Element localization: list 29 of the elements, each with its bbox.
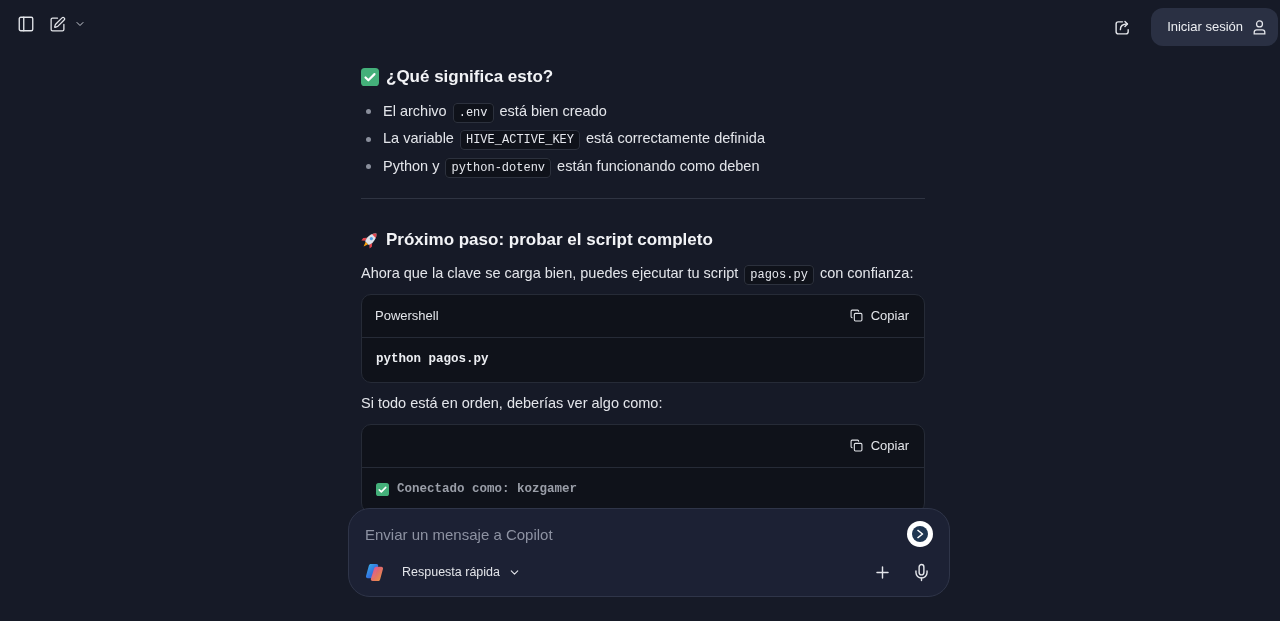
section-heading: Próximo paso: probar el script completo (386, 228, 713, 251)
message-composer[interactable]: Enviar un mensaje a Copilot Respuesta rápida (348, 508, 950, 597)
share-icon[interactable] (1114, 18, 1132, 36)
code-text: python pagos.py (376, 351, 489, 369)
microphone-icon[interactable] (912, 562, 931, 582)
language-label: Powershell (375, 306, 439, 325)
bullet-icon (366, 109, 371, 115)
check-mark-icon (376, 483, 389, 496)
copy-button[interactable]: Copiar (847, 302, 911, 329)
list-item-text: Python y python-dotenv están funcionando como deben (383, 155, 760, 178)
response-mode-button[interactable]: Respuesta rápida (396, 559, 527, 585)
list-item-text: El archivo .env está bien creado (383, 100, 607, 123)
code-text: Conectado como: kozgamer (397, 481, 578, 499)
paragraph: Ahora que la clave se carga bien, puedes ejecutar tu script pagos.py con confianza: (361, 261, 925, 286)
bullet-icon (366, 164, 371, 170)
copy-button[interactable]: Copiar (847, 432, 911, 459)
new-chat-icon[interactable] (49, 15, 66, 33)
section-heading: ¿Qué significa esto? (386, 66, 554, 89)
copilot-logo-icon (365, 562, 384, 582)
list-item-text: La variable HIVE_ACTIVE_KEY está correctamente definida (383, 128, 765, 151)
send-icon[interactable] (907, 521, 933, 547)
bullet-icon (366, 136, 371, 142)
copy-icon (849, 439, 863, 452)
check-mark-icon (361, 68, 379, 86)
copy-icon (849, 309, 863, 322)
paragraph: Si todo está en orden, deberías ver algo como: (361, 393, 664, 413)
sidebar-toggle-icon[interactable] (17, 15, 35, 33)
user-icon (1251, 18, 1268, 36)
sign-in-button[interactable]: Iniciar sesión (1151, 8, 1278, 46)
